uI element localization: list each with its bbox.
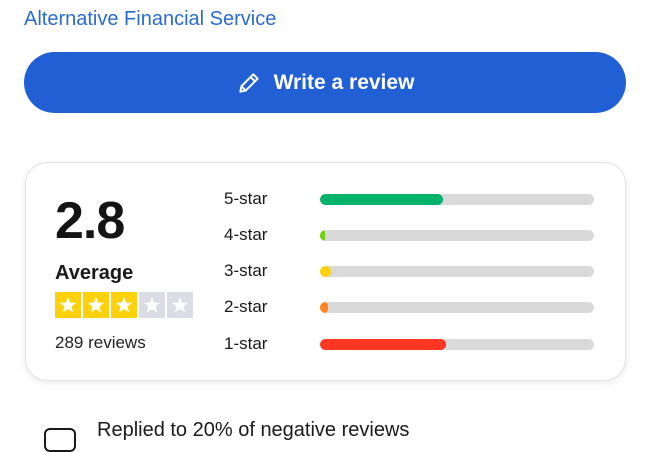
distribution-row-3-star[interactable]: 3-star — [224, 259, 604, 283]
distribution-row-1-star[interactable]: 1-star — [224, 332, 604, 356]
distribution-bar-track — [320, 339, 594, 350]
distribution-label: 1-star — [224, 334, 268, 353]
distribution-label: 5-star — [224, 189, 268, 208]
distribution-bar-fill — [320, 266, 331, 277]
distribution-row-5-star[interactable]: 5-star — [224, 187, 604, 211]
distribution-bar-fill — [320, 230, 326, 241]
write-review-button[interactable]: Write a review — [24, 52, 626, 113]
star-empty-icon — [167, 292, 193, 318]
rating-score: 2.8 — [55, 192, 125, 250]
rating-average-label: Average — [55, 262, 134, 284]
category-link[interactable]: Alternative Financial Service — [24, 8, 276, 31]
distribution-row-2-star[interactable]: 2-star — [224, 295, 604, 319]
rating-summary-card: 2.8 Average 289 reviews 5-star 4-star 3-… — [25, 162, 626, 381]
write-review-label: Write a review — [273, 70, 415, 94]
review-count: 289 reviews — [55, 333, 146, 352]
distribution-bar-track — [320, 230, 594, 241]
star-filled-icon — [55, 292, 81, 318]
distribution-bar-fill — [320, 194, 444, 205]
distribution-label: 4-star — [224, 225, 268, 244]
distribution-bar-track — [320, 194, 594, 205]
distribution-bar-track — [320, 266, 594, 277]
reply-rate-text: Replied to 20% of negative reviews — [97, 419, 410, 441]
star-filled-icon — [111, 292, 137, 318]
pencil-icon — [236, 70, 262, 96]
chat-bubble-icon — [44, 428, 76, 452]
distribution-bar-fill — [320, 339, 447, 350]
distribution-row-4-star[interactable]: 4-star — [224, 223, 604, 247]
distribution-bar-fill — [320, 302, 329, 313]
star-empty-icon — [139, 292, 165, 318]
distribution-label: 2-star — [224, 297, 268, 316]
distribution-bar-track — [320, 302, 594, 313]
star-filled-icon — [83, 292, 109, 318]
distribution-label: 3-star — [224, 261, 268, 280]
star-rating — [55, 292, 193, 318]
